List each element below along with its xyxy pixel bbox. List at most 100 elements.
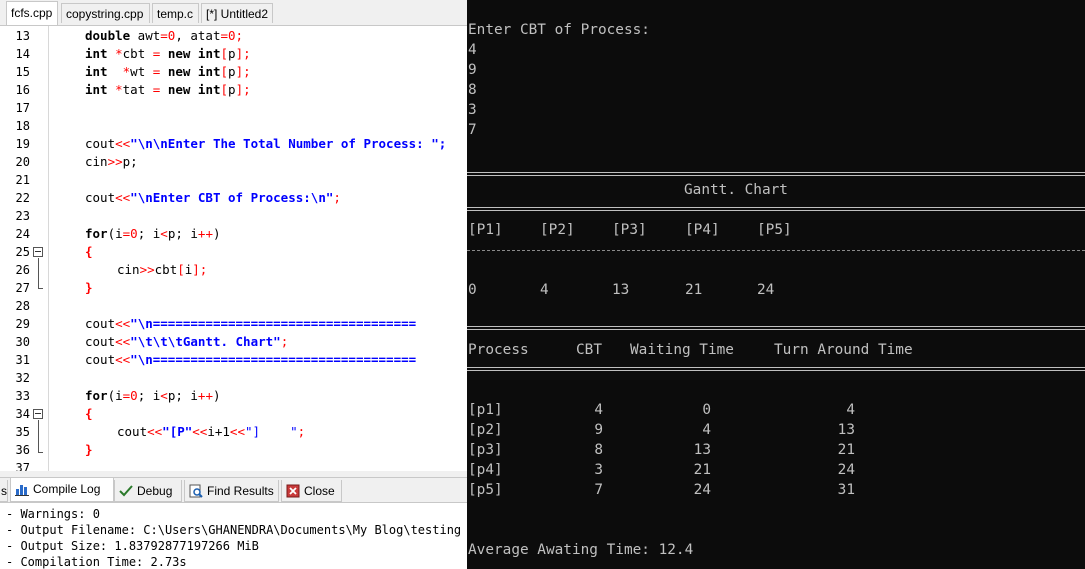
gantt-time: 21 [685, 282, 703, 298]
log-line: - Output Size: 1.83792877197266 MiB [6, 539, 259, 553]
log-line: - Compilation Time: 2.73s [6, 555, 187, 569]
ide-panel: fcfs.cpp copystring.cpp temp.c [*] Untit… [0, 0, 467, 569]
line-number: 32 [15, 371, 30, 385]
code-line-24: for(i=0; i<p; i++) [85, 226, 221, 241]
row-cbt: 7 [594, 482, 603, 498]
line-number: 27 [15, 281, 30, 295]
row-process: [p5] [468, 482, 503, 498]
check-icon [119, 485, 133, 497]
log-line: - Output Filename: C:\Users\GHANENDRA\Do… [6, 523, 462, 537]
line-number: 20 [15, 155, 30, 169]
gantt-chart-title: Gantt. Chart [684, 182, 788, 198]
line-number: 23 [15, 209, 30, 223]
line-number: 28 [15, 299, 30, 313]
fold-guide [38, 420, 39, 452]
tab-debug[interactable]: Debug [114, 480, 182, 502]
tab-untitled2[interactable]: [*] Untitled2 [201, 3, 273, 23]
row-waiting-time: 24 [693, 482, 711, 498]
code-editor[interactable]: 13 14 15 16 17 18 19 20 21 22 23 24 25 26 27 28 29 30 31 32… [0, 26, 467, 471]
line-number: 13 [15, 29, 30, 43]
tab-find-results[interactable]: Find Results [184, 480, 279, 502]
average-waiting-time: Average Awating Time: 12.4 [468, 542, 694, 558]
log-line: - Warnings: 0 [6, 507, 100, 521]
code-line-13: double awt=0, atat=0; [85, 28, 244, 43]
bar-chart-icon [15, 485, 29, 496]
line-number: 34 [15, 407, 30, 421]
header-process: Process [468, 342, 529, 358]
gantt-time: 0 [468, 282, 477, 298]
separator-double [467, 171, 1085, 179]
gutter-divider [48, 26, 49, 471]
row-waiting-time: 0 [702, 402, 711, 418]
line-number: 36 [15, 443, 30, 457]
row-cbt: 8 [594, 442, 603, 458]
row-turn-around-time: 24 [837, 462, 855, 478]
console-prompt: Enter CBT of Process: [468, 22, 650, 38]
row-process: [p2] [468, 422, 503, 438]
close-button-label: Close [304, 484, 335, 498]
tab-fcfs-cpp[interactable]: fcfs.cpp [6, 1, 58, 25]
code-line-16: int *tat = new int[p]; [85, 82, 251, 97]
code-line-36: } [85, 442, 93, 457]
tab-compile-log[interactable]: Compile Log [10, 478, 114, 502]
separator-dashed [467, 250, 1085, 251]
console-input-value: 4 [468, 42, 477, 58]
close-button[interactable]: Close [281, 480, 342, 502]
code-line-30: cout<<"\t\t\tGantt. Chart"; [85, 334, 289, 349]
compile-log-output: - Warnings: 0 - Output Filename: C:\User… [0, 502, 467, 569]
row-waiting-time: 21 [693, 462, 711, 478]
row-cbt: 9 [594, 422, 603, 438]
find-icon [189, 484, 203, 498]
console-window[interactable]: Enter CBT of Process: 4 9 8 3 7 Gantt. C… [467, 0, 1085, 569]
console-input-value: 9 [468, 62, 477, 78]
tab-find-results-label: Find Results [207, 484, 274, 498]
row-process: [p1] [468, 402, 503, 418]
fold-toggle-icon[interactable] [33, 409, 43, 419]
tab-debug-label: Debug [137, 484, 173, 498]
gantt-label: [P5] [757, 222, 792, 238]
line-number: 30 [15, 335, 30, 349]
fold-guide [38, 258, 39, 288]
fold-end [38, 288, 43, 289]
console-input-value: 8 [468, 82, 477, 98]
gantt-label: [P3] [612, 222, 647, 238]
line-number: 29 [15, 317, 30, 331]
line-number: 17 [15, 101, 30, 115]
line-number: 21 [15, 173, 30, 187]
console-input-value: 3 [468, 102, 477, 118]
separator-double [467, 206, 1085, 214]
row-process: [p4] [468, 462, 503, 478]
code-line-34: { [85, 406, 93, 421]
line-number: 16 [15, 83, 30, 97]
separator-double [467, 366, 1085, 374]
row-turn-around-time: 4 [846, 402, 855, 418]
line-number: 35 [15, 425, 30, 439]
code-line-26: cin>>cbt[i]; [117, 262, 208, 277]
line-number: 15 [15, 65, 30, 79]
separator-double [467, 325, 1085, 333]
tab-compile-log-label: Compile Log [33, 482, 101, 496]
row-turn-around-time: 21 [837, 442, 855, 458]
code-line-33: for(i=0; i<p; i++) [85, 388, 221, 403]
gantt-time: 24 [757, 282, 775, 298]
tab-temp-c[interactable]: temp.c [152, 3, 199, 23]
fold-toggle-icon[interactable] [33, 247, 43, 257]
gantt-label: [P4] [685, 222, 720, 238]
console-input-value: 7 [468, 122, 477, 138]
tab-copystring-cpp[interactable]: copystring.cpp [61, 3, 150, 23]
row-cbt: 3 [594, 462, 603, 478]
tab-partial[interactable]: s [0, 480, 8, 502]
line-number: 19 [15, 137, 30, 151]
line-number: 22 [15, 191, 30, 205]
line-number: 37 [15, 461, 30, 471]
gantt-label: [P1] [468, 222, 503, 238]
line-number: 26 [15, 263, 30, 277]
code-line-14: int *cbt = new int[p]; [85, 46, 251, 61]
line-number: 24 [15, 227, 30, 241]
row-waiting-time: 4 [702, 422, 711, 438]
line-number: 33 [15, 389, 30, 403]
close-icon [286, 484, 300, 498]
editor-tab-bar: fcfs.cpp copystring.cpp temp.c [*] Untit… [0, 0, 467, 26]
header-turn-around-time: Turn Around Time [774, 342, 913, 358]
code-line-15: int *wt = new int[p]; [85, 64, 251, 79]
